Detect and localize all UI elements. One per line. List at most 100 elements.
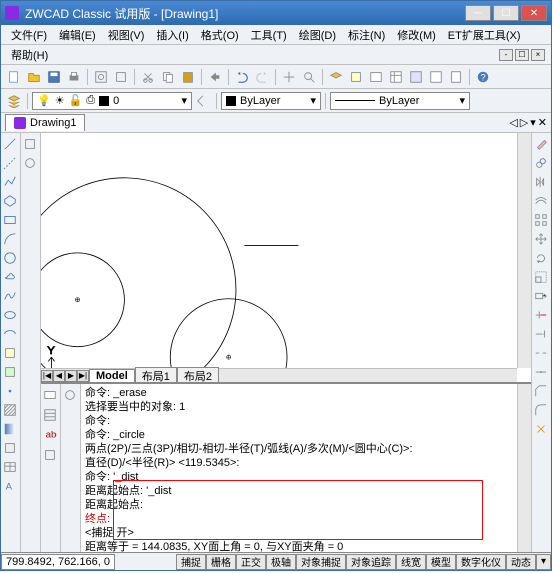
- menu-modify[interactable]: 修改(M): [393, 25, 440, 45]
- region-icon[interactable]: [1, 439, 19, 457]
- menu-format[interactable]: 格式(O): [197, 25, 243, 45]
- lwt-toggle[interactable]: 线宽: [396, 554, 426, 570]
- move-icon[interactable]: [532, 230, 550, 248]
- coords-display[interactable]: 799.8492, 762.166, 0: [1, 554, 115, 570]
- gradient-icon[interactable]: [1, 420, 19, 438]
- linetype-dropdown[interactable]: ByLayer ▾: [330, 92, 470, 110]
- print-icon[interactable]: [65, 68, 83, 86]
- layer-color-dropdown[interactable]: ByLayer ▾: [221, 92, 321, 110]
- fillet-icon[interactable]: [532, 401, 550, 419]
- polyline-icon[interactable]: [1, 173, 19, 191]
- tab-menu-icon[interactable]: ▾: [530, 116, 536, 129]
- ellipse-icon[interactable]: [1, 306, 19, 324]
- join-icon[interactable]: [532, 363, 550, 381]
- tab-next-icon[interactable]: ▷: [520, 116, 528, 129]
- tab-next-icon[interactable]: ▶: [65, 370, 77, 382]
- cmd-scrollbar[interactable]: [517, 384, 531, 552]
- hatch-icon[interactable]: [1, 401, 19, 419]
- table-icon[interactable]: [1, 458, 19, 476]
- point-icon[interactable]: [1, 382, 19, 400]
- cmd-tool-icon[interactable]: [61, 386, 79, 404]
- mdi-close[interactable]: ×: [531, 49, 545, 61]
- menu-edit[interactable]: 编辑(E): [55, 25, 100, 45]
- scale-icon[interactable]: [532, 268, 550, 286]
- menu-et[interactable]: ET扩展工具(X): [444, 25, 525, 45]
- calc-icon[interactable]: [447, 68, 465, 86]
- copy-icon[interactable]: [159, 68, 177, 86]
- pan-icon[interactable]: [280, 68, 298, 86]
- erase-icon[interactable]: [532, 135, 550, 153]
- xline-icon[interactable]: [1, 154, 19, 172]
- dyn-toggle[interactable]: 动态: [506, 554, 536, 570]
- cmd-tool-icon[interactable]: abc: [41, 426, 59, 444]
- extend-icon[interactable]: [532, 325, 550, 343]
- close-button[interactable]: ✕: [521, 5, 547, 21]
- match-icon[interactable]: [206, 68, 224, 86]
- break-icon[interactable]: [532, 344, 550, 362]
- offset-icon[interactable]: [532, 192, 550, 210]
- grid-toggle[interactable]: 栅格: [206, 554, 236, 570]
- arc-icon[interactable]: [1, 230, 19, 248]
- rectangle-icon[interactable]: [1, 211, 19, 229]
- ortho-toggle[interactable]: 正交: [236, 554, 266, 570]
- tab-prev-icon[interactable]: ◀: [53, 370, 65, 382]
- cmd-tool-icon[interactable]: [41, 446, 59, 464]
- polygon-icon[interactable]: [1, 192, 19, 210]
- preview-icon[interactable]: [92, 68, 110, 86]
- menu-help[interactable]: 帮助(H): [7, 45, 52, 65]
- menu-view[interactable]: 视图(V): [104, 25, 149, 45]
- tablet-toggle[interactable]: 数字化仪: [456, 554, 506, 570]
- osnap-toggle[interactable]: 对象捕捉: [296, 554, 346, 570]
- tool-icon[interactable]: [21, 154, 39, 172]
- layer-mgr-icon[interactable]: [5, 92, 23, 110]
- save-icon[interactable]: [45, 68, 63, 86]
- scrollbar-horizontal[interactable]: |◀ ◀ ▶ ▶| Model 布局1 布局2: [41, 368, 517, 382]
- undo-icon[interactable]: [233, 68, 251, 86]
- layer-prev-icon[interactable]: [194, 92, 212, 110]
- cmd-tool-icon[interactable]: [41, 406, 59, 424]
- revcloud-icon[interactable]: [1, 268, 19, 286]
- copy-obj-icon[interactable]: [532, 154, 550, 172]
- redo-icon[interactable]: [253, 68, 271, 86]
- mdi-restore[interactable]: ☐: [515, 49, 529, 61]
- paste-icon[interactable]: [179, 68, 197, 86]
- mdi-minimize[interactable]: -: [499, 49, 513, 61]
- menu-dim[interactable]: 标注(N): [344, 25, 389, 45]
- open-icon[interactable]: [25, 68, 43, 86]
- new-icon[interactable]: [5, 68, 23, 86]
- layers-icon[interactable]: [327, 68, 345, 86]
- rotate-icon[interactable]: [532, 249, 550, 267]
- polar-toggle[interactable]: 极轴: [266, 554, 296, 570]
- cmd-tool-icon[interactable]: [41, 386, 59, 404]
- cut-icon[interactable]: [139, 68, 157, 86]
- menu-insert[interactable]: 插入(I): [152, 25, 192, 45]
- otrack-toggle[interactable]: 对象追踪: [346, 554, 396, 570]
- line-icon[interactable]: [1, 135, 19, 153]
- make-block-icon[interactable]: [1, 363, 19, 381]
- model-toggle[interactable]: 模型: [426, 554, 456, 570]
- mtext-icon[interactable]: A: [1, 477, 19, 495]
- layout1-tab[interactable]: 布局1: [135, 367, 177, 383]
- chamfer-icon[interactable]: [532, 382, 550, 400]
- insert-block-icon[interactable]: [1, 344, 19, 362]
- scrollbar-vertical[interactable]: [517, 133, 531, 368]
- tab-prev-icon[interactable]: ◁: [509, 116, 517, 129]
- dc-icon[interactable]: [407, 68, 425, 86]
- mirror-icon[interactable]: [532, 173, 550, 191]
- layer-dropdown[interactable]: 💡 ☀ 🔓 ⎙ 0 ▾: [32, 92, 192, 110]
- help-icon[interactable]: ?: [474, 68, 492, 86]
- tool-palette-icon[interactable]: [427, 68, 445, 86]
- menu-file[interactable]: 文件(F): [7, 25, 51, 45]
- model-tab[interactable]: Model: [89, 369, 135, 383]
- explode-icon[interactable]: [532, 420, 550, 438]
- array-icon[interactable]: [532, 211, 550, 229]
- spline-icon[interactable]: [1, 287, 19, 305]
- layout2-tab[interactable]: 布局2: [177, 367, 219, 383]
- maximize-button[interactable]: ☐: [493, 5, 519, 21]
- minimize-button[interactable]: ─: [465, 5, 491, 21]
- tab-last-icon[interactable]: ▶|: [77, 370, 89, 382]
- tab-first-icon[interactable]: |◀: [41, 370, 53, 382]
- drawing-canvas[interactable]: X Y: [41, 133, 531, 382]
- doc-tab-drawing1[interactable]: Drawing1: [5, 114, 85, 131]
- status-menu-icon[interactable]: ▾: [536, 554, 551, 570]
